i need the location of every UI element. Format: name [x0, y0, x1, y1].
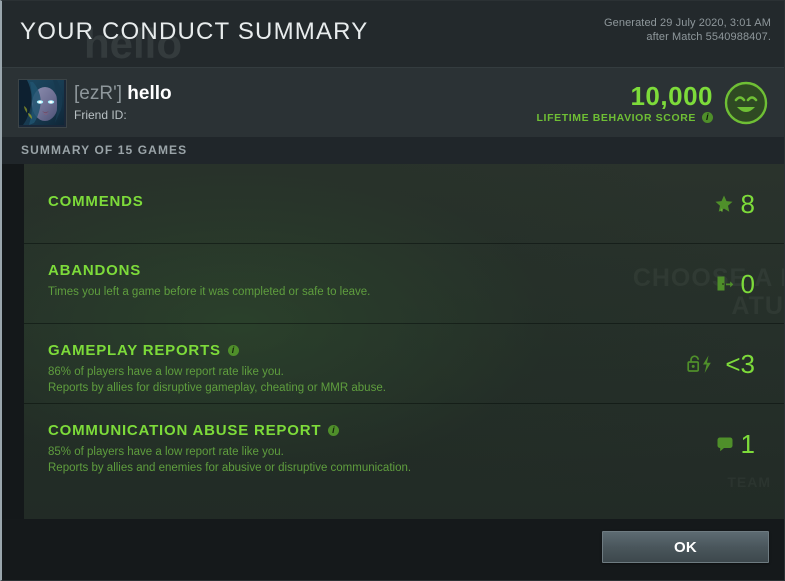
behavior-score-text: 10,000 LIFETIME BEHAVIOR SCORE i — [537, 83, 713, 124]
row-value: 0 — [740, 268, 755, 299]
player-nickname: hello — [127, 83, 172, 104]
player-name: [ezR'] hello — [74, 84, 172, 104]
row-value: 8 — [740, 188, 755, 219]
row-value: 1 — [740, 429, 755, 459]
behavior-score-label: LIFETIME BEHAVIOR SCORE — [536, 111, 696, 124]
row-title: COMMENDS — [48, 193, 144, 210]
row-subtitle-2: Reports by allies and enemies for abusiv… — [48, 462, 412, 474]
info-icon[interactable]: i — [227, 345, 239, 356]
conduct-rows-panel: CHOOSE A HE ATUR TEAM COMMENDS 8 AB — [24, 164, 784, 519]
info-icon[interactable]: i — [702, 112, 713, 123]
row-value-block: 0 — [715, 244, 755, 323]
generated-match: after Match 5540988407. — [646, 31, 771, 43]
behavior-score-label-row: LIFETIME BEHAVIOR SCORE i — [537, 112, 713, 124]
row-title: ABANDONS — [48, 262, 141, 279]
row-value-block: 8 — [714, 164, 755, 243]
ok-button[interactable]: OK — [602, 531, 769, 563]
conduct-row-commends: COMMENDS 8 — [24, 164, 784, 244]
avatar[interactable] — [18, 79, 67, 128]
row-body: COMMUNICATION ABUSE REPORT i 85% of play… — [48, 404, 665, 484]
conduct-row-abandons: ABANDONS Times you left a game before it… — [24, 244, 784, 324]
conduct-summary-window: hello YOUR CONDUCT SUMMARY Generated 29 … — [0, 0, 785, 581]
friend-id-label: Friend ID: — [74, 108, 127, 122]
exit-door-icon — [717, 276, 733, 291]
window-header: hello YOUR CONDUCT SUMMARY Generated 29 … — [2, 1, 784, 67]
star-icon — [715, 195, 733, 212]
summary-band: SUMMARY OF 15 GAMES — [2, 137, 784, 164]
lock-bolt-icon — [687, 354, 712, 373]
window-footer: OK — [2, 519, 784, 580]
row-title-text: COMMUNICATION ABUSE REPORT — [48, 422, 322, 439]
speech-bubble-icon — [717, 437, 733, 452]
page-title: YOUR CONDUCT SUMMARY — [20, 18, 369, 45]
row-title-text: COMMENDS — [48, 193, 144, 210]
row-subtitle-1: Times you left a game before it was comp… — [48, 286, 371, 298]
row-value-block: 1 — [716, 404, 755, 484]
row-body: ABANDONS Times you left a game before it… — [48, 244, 665, 323]
row-body: GAMEPLAY REPORTS i 86% of players have a… — [48, 324, 665, 403]
row-title: GAMEPLAY REPORTS i — [48, 342, 239, 359]
row-value: <3 — [725, 348, 755, 379]
conduct-row-communication-abuse: COMMUNICATION ABUSE REPORT i 85% of play… — [24, 404, 784, 484]
generated-timestamp: Generated 29 July 2020, 3:01 AM — [604, 17, 771, 29]
row-subtitle-1: 85% of players have a low report rate li… — [48, 446, 284, 458]
generated-info: Generated 29 July 2020, 3:01 AM after Ma… — [604, 16, 771, 44]
row-title-text: ABANDONS — [48, 262, 142, 279]
row-title-text: GAMEPLAY REPORTS — [48, 342, 221, 359]
behavior-score-value: 10,000 — [630, 80, 713, 111]
row-body: COMMENDS — [48, 164, 665, 243]
player-strip: [ezR'] hello Friend ID: 10,000 LIFETIME … — [2, 67, 784, 139]
conduct-row-gameplay-reports: GAMEPLAY REPORTS i 86% of players have a… — [24, 324, 784, 404]
info-icon[interactable]: i — [328, 425, 340, 436]
summary-label: SUMMARY OF 15 GAMES — [21, 143, 188, 157]
player-clan-tag: [ezR'] — [74, 83, 122, 104]
row-subtitle-1: 86% of players have a low report rate li… — [48, 366, 284, 378]
hero-portrait-avatar — [19, 80, 64, 125]
row-subtitle-2: Reports by allies for disruptive gamepla… — [48, 382, 386, 394]
behavior-score-block: 10,000 LIFETIME BEHAVIOR SCORE i — [537, 78, 769, 128]
row-title: COMMUNICATION ABUSE REPORT i — [48, 422, 340, 439]
happy-face-icon — [724, 81, 768, 125]
row-value-block: <3 — [686, 324, 755, 403]
